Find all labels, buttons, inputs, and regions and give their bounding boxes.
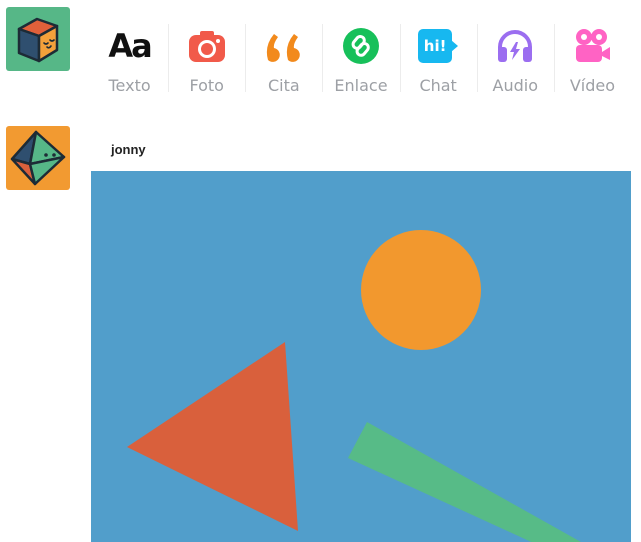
post-username[interactable]: jonny	[111, 142, 146, 157]
post-card: jonny	[91, 127, 631, 542]
post-audio-button[interactable]: Audio	[476, 6, 554, 106]
post-chat-label: Chat	[419, 76, 457, 95]
post-type-bar: Aa Texto Foto Cita Enlace hi! Chat Audio…	[91, 6, 631, 106]
chat-icon: hi!	[418, 26, 459, 66]
headphones-icon	[495, 26, 535, 66]
user-avatar[interactable]	[6, 7, 70, 71]
post-photo-button[interactable]: Foto	[168, 6, 245, 106]
post-quote-label: Cita	[268, 76, 300, 95]
post-chat-button[interactable]: hi! Chat	[399, 6, 477, 106]
post-author-avatar[interactable]	[6, 126, 70, 190]
video-camera-icon	[572, 26, 612, 66]
camera-icon	[187, 26, 227, 66]
text-aa-icon: Aa	[108, 27, 152, 65]
post-audio-label: Audio	[492, 76, 539, 95]
post-link-label: Enlace	[334, 76, 388, 95]
post-image[interactable]	[91, 171, 631, 542]
post-video-button[interactable]: Vídeo	[553, 6, 631, 106]
geometric-shapes-image	[91, 171, 631, 542]
post-quote-button[interactable]: Cita	[245, 6, 322, 106]
post-video-label: Vídeo	[569, 76, 615, 95]
cube-avatar-icon	[6, 7, 70, 71]
post-text-button[interactable]: Aa Texto	[91, 6, 168, 106]
link-icon	[341, 26, 381, 66]
post-text-label: Texto	[108, 76, 151, 95]
post-header: jonny	[91, 127, 631, 171]
quote-icon	[264, 26, 304, 66]
post-photo-label: Foto	[189, 76, 224, 95]
octahedron-avatar-icon	[6, 126, 70, 190]
post-link-button[interactable]: Enlace	[322, 6, 399, 106]
